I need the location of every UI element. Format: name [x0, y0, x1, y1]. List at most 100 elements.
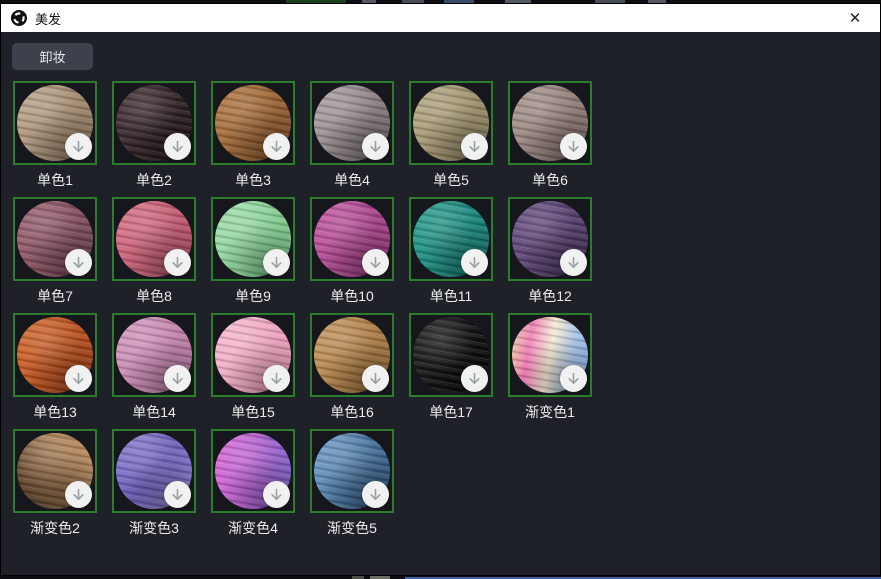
- download-icon: [468, 372, 481, 386]
- hair-swatch-tile[interactable]: [310, 429, 394, 513]
- close-icon: ✕: [849, 9, 862, 27]
- download-button[interactable]: [362, 133, 389, 160]
- download-button[interactable]: [362, 481, 389, 508]
- hair-swatch-tile[interactable]: [211, 81, 295, 165]
- download-button[interactable]: [362, 249, 389, 276]
- download-button[interactable]: [461, 249, 488, 276]
- swatch-cell: 单色4: [310, 81, 394, 187]
- download-icon: [369, 256, 382, 270]
- swatch-label: 渐变色3: [112, 518, 196, 535]
- titlebar[interactable]: 美发 ✕: [1, 4, 880, 32]
- swatch-label: 渐变色1: [508, 402, 592, 419]
- hair-swatch-tile[interactable]: [409, 81, 493, 165]
- download-button[interactable]: [164, 249, 191, 276]
- app-logo-icon: [11, 10, 27, 26]
- download-button[interactable]: [164, 481, 191, 508]
- swatch-label: 单色1: [13, 170, 97, 187]
- download-icon: [468, 256, 481, 270]
- remove-makeup-button[interactable]: 卸妆: [12, 43, 93, 70]
- swatch-cell: 单色3: [211, 81, 295, 187]
- swatch-label: 单色6: [508, 170, 592, 187]
- swatch-label: 渐变色5: [310, 518, 394, 535]
- close-button[interactable]: ✕: [840, 6, 870, 30]
- download-button[interactable]: [164, 133, 191, 160]
- swatch-label: 单色8: [112, 286, 196, 303]
- dialog-body: 卸妆 单色1 单色2: [1, 32, 880, 575]
- download-icon: [270, 256, 283, 270]
- swatch-cell: 单色7: [13, 197, 97, 303]
- hair-swatch-tile[interactable]: [112, 313, 196, 397]
- swatch-cell: 单色2: [112, 81, 196, 187]
- download-icon: [270, 140, 283, 154]
- download-button[interactable]: [560, 133, 587, 160]
- swatch-label: 单色2: [112, 170, 196, 187]
- download-button[interactable]: [263, 481, 290, 508]
- hair-swatch-tile[interactable]: [310, 81, 394, 165]
- download-icon: [369, 140, 382, 154]
- swatch-label: 渐变色4: [211, 518, 295, 535]
- download-icon: [567, 140, 580, 154]
- hair-swatch-tile[interactable]: [409, 313, 493, 397]
- swatch-cell: 单色12: [508, 197, 592, 303]
- swatch-cell: 单色15: [211, 313, 295, 419]
- hair-swatch-tile[interactable]: [13, 313, 97, 397]
- download-icon: [369, 372, 382, 386]
- hair-swatch-tile[interactable]: [112, 81, 196, 165]
- download-button[interactable]: [65, 481, 92, 508]
- swatch-label: 单色14: [112, 402, 196, 419]
- hair-swatch-tile[interactable]: [211, 429, 295, 513]
- swatch-cell: 单色17: [409, 313, 493, 419]
- download-icon: [369, 488, 382, 502]
- download-icon: [270, 372, 283, 386]
- download-button[interactable]: [263, 249, 290, 276]
- hair-swatch-tile[interactable]: [211, 313, 295, 397]
- hair-swatch-tile[interactable]: [508, 81, 592, 165]
- swatch-label: 渐变色2: [13, 518, 97, 535]
- hair-swatch-tile[interactable]: [508, 197, 592, 281]
- swatch-grid: 单色1 单色2 单色3: [13, 81, 869, 535]
- swatch-cell: 渐变色2: [13, 429, 97, 535]
- hair-swatch-tile[interactable]: [112, 197, 196, 281]
- hair-swatch-tile[interactable]: [310, 197, 394, 281]
- download-icon: [171, 256, 184, 270]
- download-icon: [567, 372, 580, 386]
- download-icon: [72, 488, 85, 502]
- download-button[interactable]: [263, 365, 290, 392]
- download-button[interactable]: [164, 365, 191, 392]
- download-icon: [171, 372, 184, 386]
- hair-swatch-tile[interactable]: [508, 313, 592, 397]
- hair-swatch-tile[interactable]: [13, 429, 97, 513]
- swatch-cell: 单色6: [508, 81, 592, 187]
- download-button[interactable]: [560, 365, 587, 392]
- swatch-label: 单色4: [310, 170, 394, 187]
- hair-swatch-tile[interactable]: [310, 313, 394, 397]
- swatch-cell: 渐变色1: [508, 313, 592, 419]
- swatch-cell: 单色13: [13, 313, 97, 419]
- hair-swatch-tile[interactable]: [409, 197, 493, 281]
- download-icon: [468, 140, 481, 154]
- hair-styling-dialog: 美发 ✕ 卸妆 单色1: [0, 3, 881, 576]
- download-icon: [72, 140, 85, 154]
- hair-swatch-tile[interactable]: [13, 81, 97, 165]
- download-icon: [72, 372, 85, 386]
- swatch-label: 单色7: [13, 286, 97, 303]
- swatch-label: 单色16: [310, 402, 394, 419]
- download-button[interactable]: [362, 365, 389, 392]
- hair-swatch-tile[interactable]: [112, 429, 196, 513]
- hair-swatch-tile[interactable]: [13, 197, 97, 281]
- download-button[interactable]: [65, 249, 92, 276]
- swatch-label: 单色11: [409, 286, 493, 303]
- download-button[interactable]: [461, 133, 488, 160]
- swatch-cell: 单色5: [409, 81, 493, 187]
- swatch-cell: 单色8: [112, 197, 196, 303]
- swatch-cell: 单色11: [409, 197, 493, 303]
- swatch-cell: 单色14: [112, 313, 196, 419]
- download-button[interactable]: [560, 249, 587, 276]
- download-button[interactable]: [461, 365, 488, 392]
- swatch-label: 单色3: [211, 170, 295, 187]
- hair-swatch-tile[interactable]: [211, 197, 295, 281]
- download-button[interactable]: [65, 365, 92, 392]
- download-button[interactable]: [65, 133, 92, 160]
- swatch-cell: 渐变色3: [112, 429, 196, 535]
- download-button[interactable]: [263, 133, 290, 160]
